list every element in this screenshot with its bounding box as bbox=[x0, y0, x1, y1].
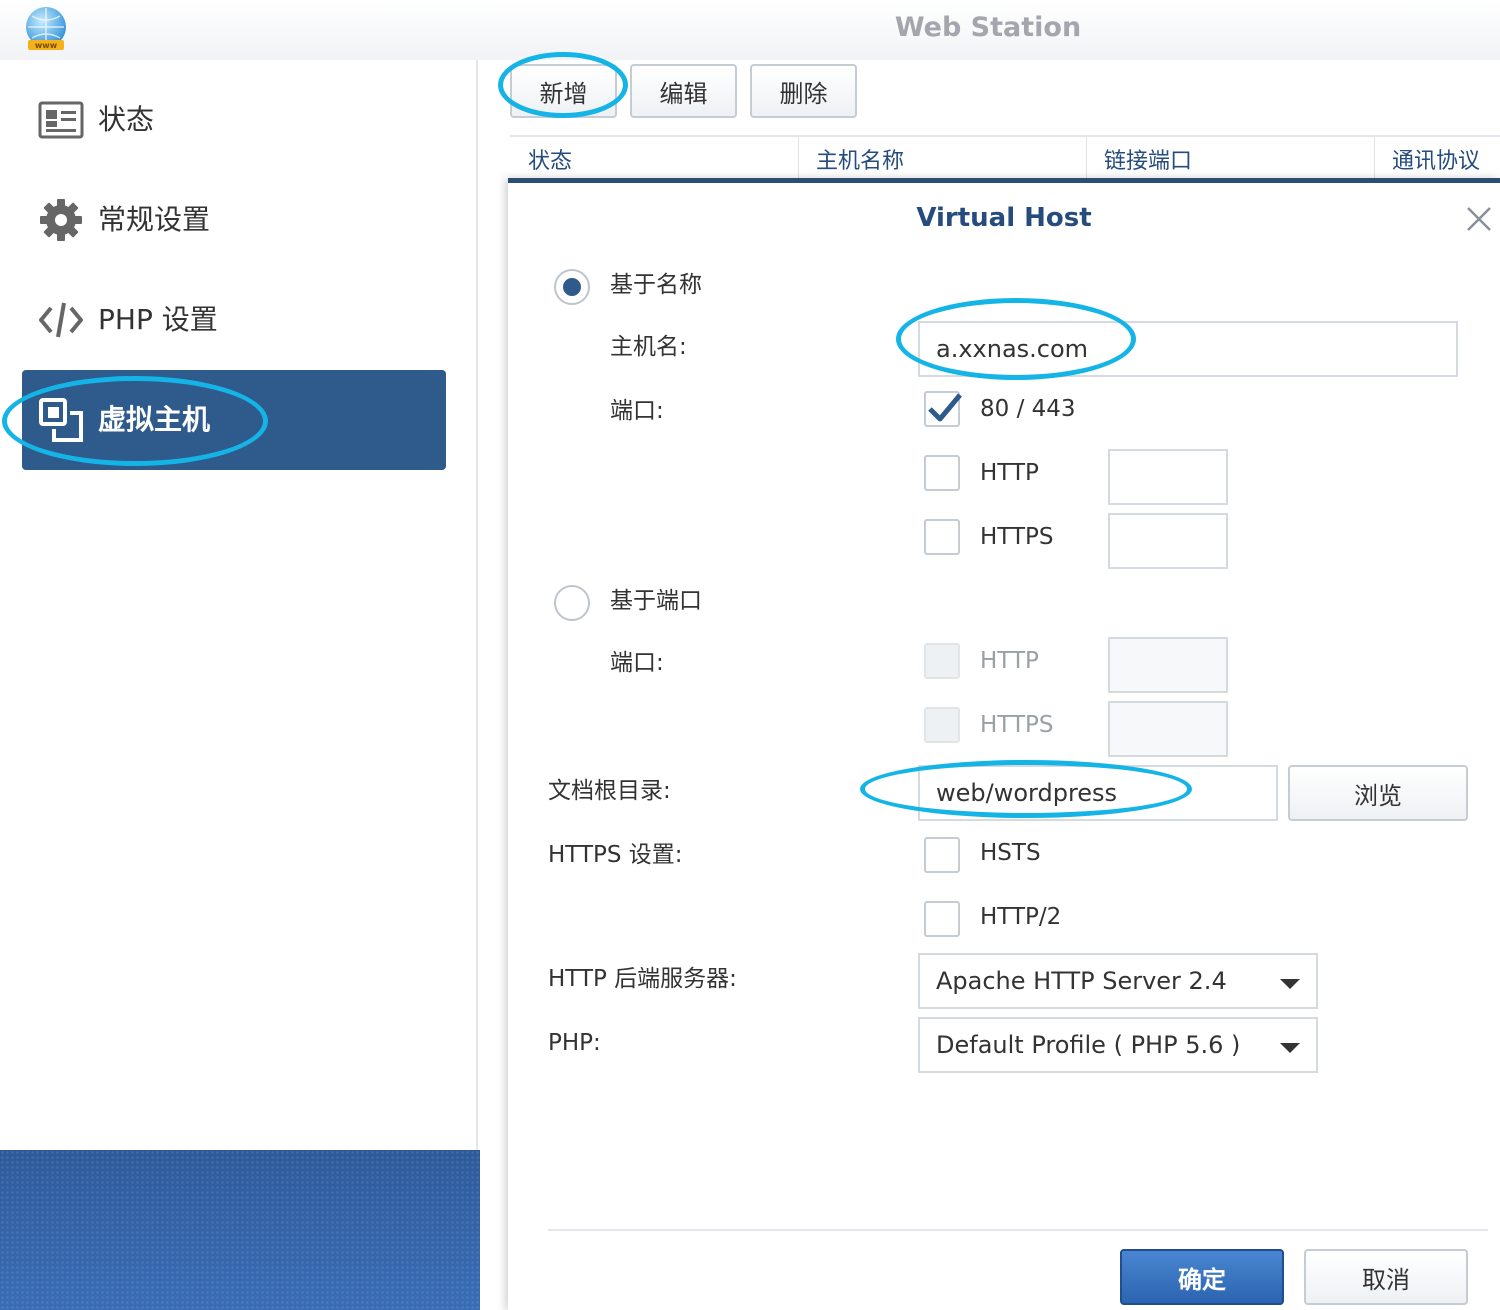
port-default-checkbox[interactable] bbox=[924, 391, 962, 427]
doc-root-input[interactable]: web/wordpress bbox=[918, 765, 1278, 821]
footer-divider bbox=[548, 1229, 1488, 1231]
sidebar: 状态 常规设置 PHP 设置 虚拟主机 bbox=[0, 60, 478, 1150]
php-profile-select[interactable]: Default Profile ( PHP 5.6 ) bbox=[918, 1017, 1318, 1073]
https-port-checkbox[interactable] bbox=[924, 519, 960, 555]
name-based-label: 基于名称 bbox=[610, 272, 702, 298]
edit-button[interactable]: 编辑 bbox=[630, 64, 737, 118]
port-based-radio[interactable] bbox=[554, 585, 590, 621]
sidebar-item-general-settings[interactable]: 常规设置 bbox=[22, 170, 446, 270]
sidebar-item-label: 虚拟主机 bbox=[98, 403, 211, 436]
ok-button[interactable]: 确定 bbox=[1120, 1249, 1284, 1305]
port-based-label: 基于端口 bbox=[610, 588, 702, 614]
dialog-title: Virtual Host bbox=[916, 203, 1092, 233]
status-card-icon bbox=[38, 97, 84, 143]
port-based-http-checkbox[interactable] bbox=[924, 643, 960, 679]
sidebar-item-label: PHP 设置 bbox=[98, 303, 218, 336]
browse-button[interactable]: 浏览 bbox=[1288, 765, 1468, 821]
http2-label: HTTP/2 bbox=[980, 904, 1062, 930]
window-title: Web Station bbox=[894, 12, 1082, 43]
sidebar-item-php-settings[interactable]: PHP 设置 bbox=[22, 270, 446, 370]
checkmark-icon bbox=[928, 393, 962, 422]
sidebar-item-status[interactable]: 状态 bbox=[22, 70, 446, 170]
https-port-input[interactable] bbox=[1108, 513, 1228, 569]
hsts-label: HSTS bbox=[980, 840, 1041, 866]
http-port-label: HTTP bbox=[980, 460, 1039, 486]
desktop-background bbox=[0, 1150, 508, 1310]
https-port-label: HTTPS bbox=[980, 524, 1054, 550]
sidebar-item-label: 常规设置 bbox=[98, 203, 211, 236]
table-header: 状态 主机名称 链接端口 通讯协议 bbox=[510, 135, 1500, 181]
column-header-hostname[interactable]: 主机名称 bbox=[798, 137, 1086, 181]
column-header-status[interactable]: 状态 bbox=[510, 137, 798, 181]
sidebar-item-virtual-host[interactable]: 虚拟主机 bbox=[22, 370, 446, 470]
column-header-port[interactable]: 链接端口 bbox=[1086, 137, 1374, 181]
column-header-protocol[interactable]: 通讯协议 bbox=[1374, 137, 1500, 181]
close-icon[interactable] bbox=[1463, 203, 1495, 235]
add-button[interactable]: 新增 bbox=[510, 64, 617, 118]
port-default-label: 80 / 443 bbox=[980, 396, 1076, 422]
name-based-radio[interactable] bbox=[554, 269, 590, 305]
cancel-button[interactable]: 取消 bbox=[1304, 1249, 1468, 1305]
http2-checkbox[interactable] bbox=[924, 901, 960, 937]
port-based-https-label: HTTPS bbox=[980, 712, 1054, 738]
port-based-http-input[interactable] bbox=[1108, 637, 1228, 693]
port-based-https-input[interactable] bbox=[1108, 701, 1228, 757]
window-titlebar: www Web Station bbox=[0, 0, 1500, 60]
dropdown-arrow-icon bbox=[1280, 979, 1300, 989]
hostname-label: 主机名: bbox=[610, 334, 687, 360]
php-label: PHP: bbox=[548, 1030, 601, 1056]
backend-server-label: HTTP 后端服务器: bbox=[548, 966, 737, 992]
hostname-input[interactable]: a.xxnas.com bbox=[918, 321, 1458, 377]
gear-icon bbox=[38, 197, 84, 243]
http-port-checkbox[interactable] bbox=[924, 455, 960, 491]
backend-server-value: Apache HTTP Server 2.4 bbox=[936, 967, 1227, 995]
php-profile-value: Default Profile ( PHP 5.6 ) bbox=[936, 1031, 1241, 1059]
https-settings-label: HTTPS 设置: bbox=[548, 842, 683, 868]
web-station-logo-icon: www bbox=[22, 6, 70, 52]
hsts-checkbox[interactable] bbox=[924, 837, 960, 873]
doc-root-label: 文档根目录: bbox=[548, 778, 671, 804]
dropdown-arrow-icon bbox=[1280, 1043, 1300, 1053]
port-based-https-checkbox[interactable] bbox=[924, 707, 960, 743]
virtual-host-dialog: Virtual Host 基于名称 主机名: a.xxnas.com 端口: 8… bbox=[508, 178, 1500, 1310]
port-based-http-label: HTTP bbox=[980, 648, 1039, 674]
virtual-host-icon bbox=[38, 397, 84, 443]
port-label: 端口: bbox=[610, 398, 664, 424]
delete-button[interactable]: 删除 bbox=[750, 64, 857, 118]
svg-text:www: www bbox=[35, 41, 58, 50]
code-icon bbox=[38, 297, 84, 343]
sidebar-item-label: 状态 bbox=[98, 103, 155, 136]
http-port-input[interactable] bbox=[1108, 449, 1228, 505]
backend-server-select[interactable]: Apache HTTP Server 2.4 bbox=[918, 953, 1318, 1009]
port-label: 端口: bbox=[610, 650, 664, 676]
